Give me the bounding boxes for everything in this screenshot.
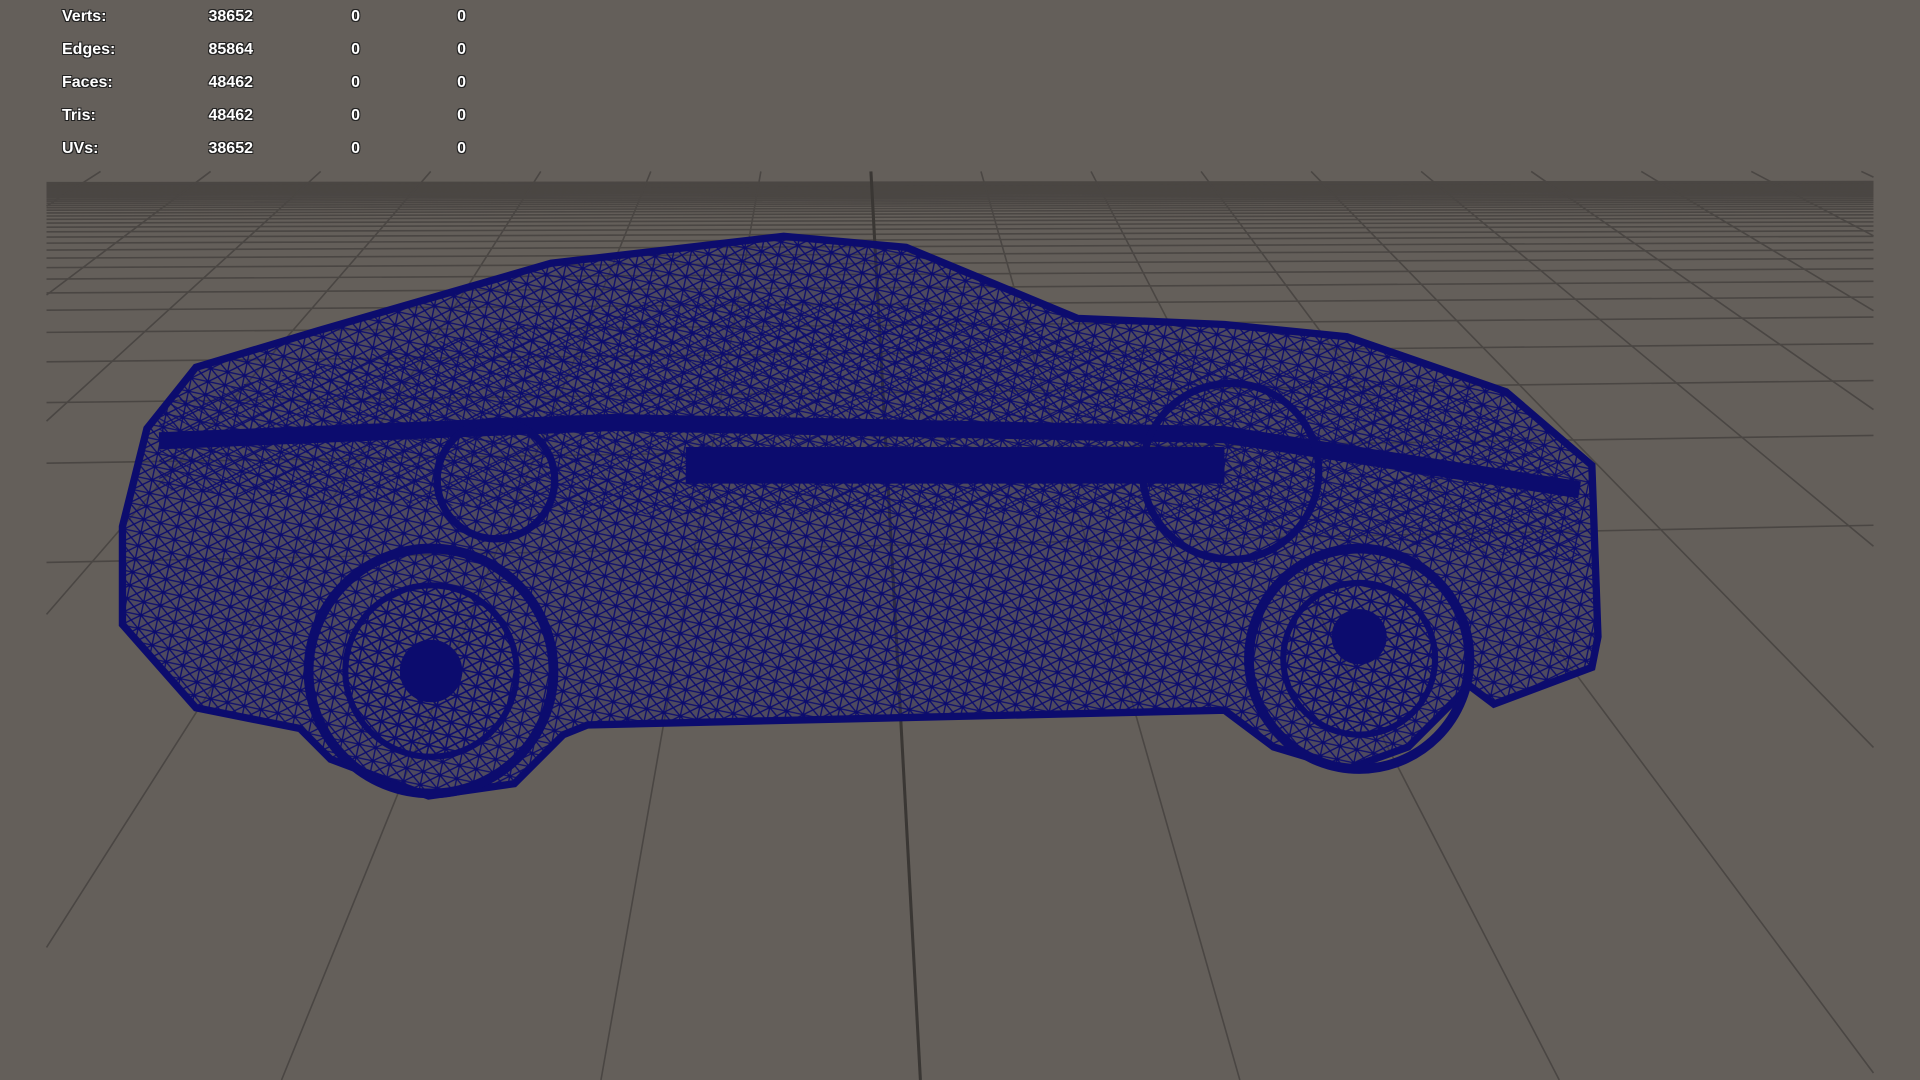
- rear-hub-mesh: [1331, 609, 1387, 665]
- stat-row-tris: Tris: 48462 0 0: [0, 107, 520, 127]
- poly-count-hud: Verts: 38652 0 0 Edges: 85864 0 0 Faces:…: [0, 0, 520, 170]
- stat-label: Verts:: [62, 8, 107, 25]
- stat-row-verts: Verts: 38652 0 0: [0, 8, 520, 28]
- stat-value: 38652: [208, 8, 254, 25]
- stat-selected: 0: [351, 74, 360, 91]
- front-hub-mesh: [399, 639, 463, 703]
- stat-label: Tris:: [62, 107, 96, 124]
- stat-value: 85864: [208, 41, 254, 58]
- grid-line: [1861, 170, 1874, 178]
- stat-selected: 0: [351, 107, 360, 124]
- grid-line: [46, 230, 1874, 238]
- stat-extra: 0: [457, 8, 466, 25]
- stat-selected: 0: [351, 140, 360, 157]
- grid-line: [46, 180, 1874, 184]
- stat-label: Edges:: [62, 41, 116, 58]
- stat-extra: 0: [457, 74, 466, 91]
- stat-extra: 0: [457, 107, 466, 124]
- stat-extra: 0: [457, 41, 466, 58]
- stat-row-faces: Faces: 48462 0 0: [0, 74, 520, 94]
- stat-extra: 0: [457, 140, 466, 157]
- stat-label: UVs:: [62, 140, 99, 157]
- stat-row-edges: Edges: 85864 0 0: [0, 41, 520, 61]
- stat-value: 38652: [208, 140, 254, 157]
- stat-value: 48462: [208, 74, 254, 91]
- stat-label: Faces:: [62, 74, 113, 91]
- grid-line: [46, 249, 1874, 259]
- car-wireframe-model[interactable]: [118, 232, 1602, 800]
- stat-selected: 0: [351, 8, 360, 25]
- stat-value: 48462: [208, 107, 254, 124]
- grid-line: [46, 241, 1874, 251]
- stat-selected: 0: [351, 41, 360, 58]
- stat-row-uvs: UVs: 38652 0 0: [0, 140, 520, 160]
- grid-line: [46, 235, 1874, 244]
